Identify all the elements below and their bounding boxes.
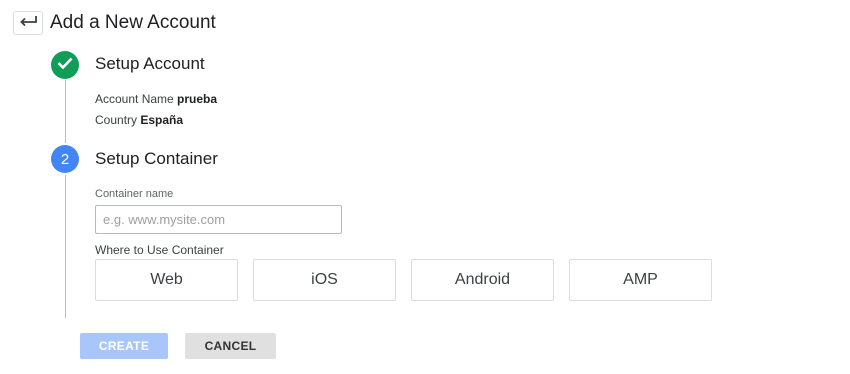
country-info: Country España bbox=[95, 112, 183, 128]
checkmark-icon bbox=[57, 56, 73, 74]
arrow-back-icon bbox=[19, 14, 37, 32]
back-button[interactable] bbox=[13, 11, 43, 35]
platform-ios-button[interactable]: iOS bbox=[253, 259, 396, 301]
account-name-value: prueba bbox=[177, 92, 218, 106]
platform-amp-button[interactable]: AMP bbox=[569, 259, 712, 301]
step-complete-indicator bbox=[51, 51, 79, 79]
where-to-use-label: Where to Use Container bbox=[95, 243, 224, 257]
step-title-setup-account: Setup Account bbox=[95, 54, 205, 73]
platform-web-button[interactable]: Web bbox=[95, 259, 238, 301]
create-button[interactable]: CREATE bbox=[80, 333, 168, 359]
container-name-input[interactable] bbox=[95, 205, 342, 234]
platform-options: Web iOS Android AMP bbox=[95, 259, 712, 301]
stepper-connector-line bbox=[65, 175, 66, 318]
country-label: Country bbox=[95, 113, 138, 127]
country-value: España bbox=[140, 113, 184, 127]
account-name-label: Account Name bbox=[95, 92, 174, 106]
account-name-info: Account Name prueba bbox=[95, 91, 217, 107]
stepper-connector-line bbox=[65, 80, 66, 143]
platform-android-button[interactable]: Android bbox=[411, 259, 554, 301]
step-number-indicator: 2 bbox=[51, 145, 79, 173]
step-title-setup-container: Setup Container bbox=[95, 149, 218, 168]
cancel-button[interactable]: CANCEL bbox=[185, 333, 276, 359]
container-name-label: Container name bbox=[95, 188, 174, 200]
page-title: Add a New Account bbox=[50, 12, 216, 33]
